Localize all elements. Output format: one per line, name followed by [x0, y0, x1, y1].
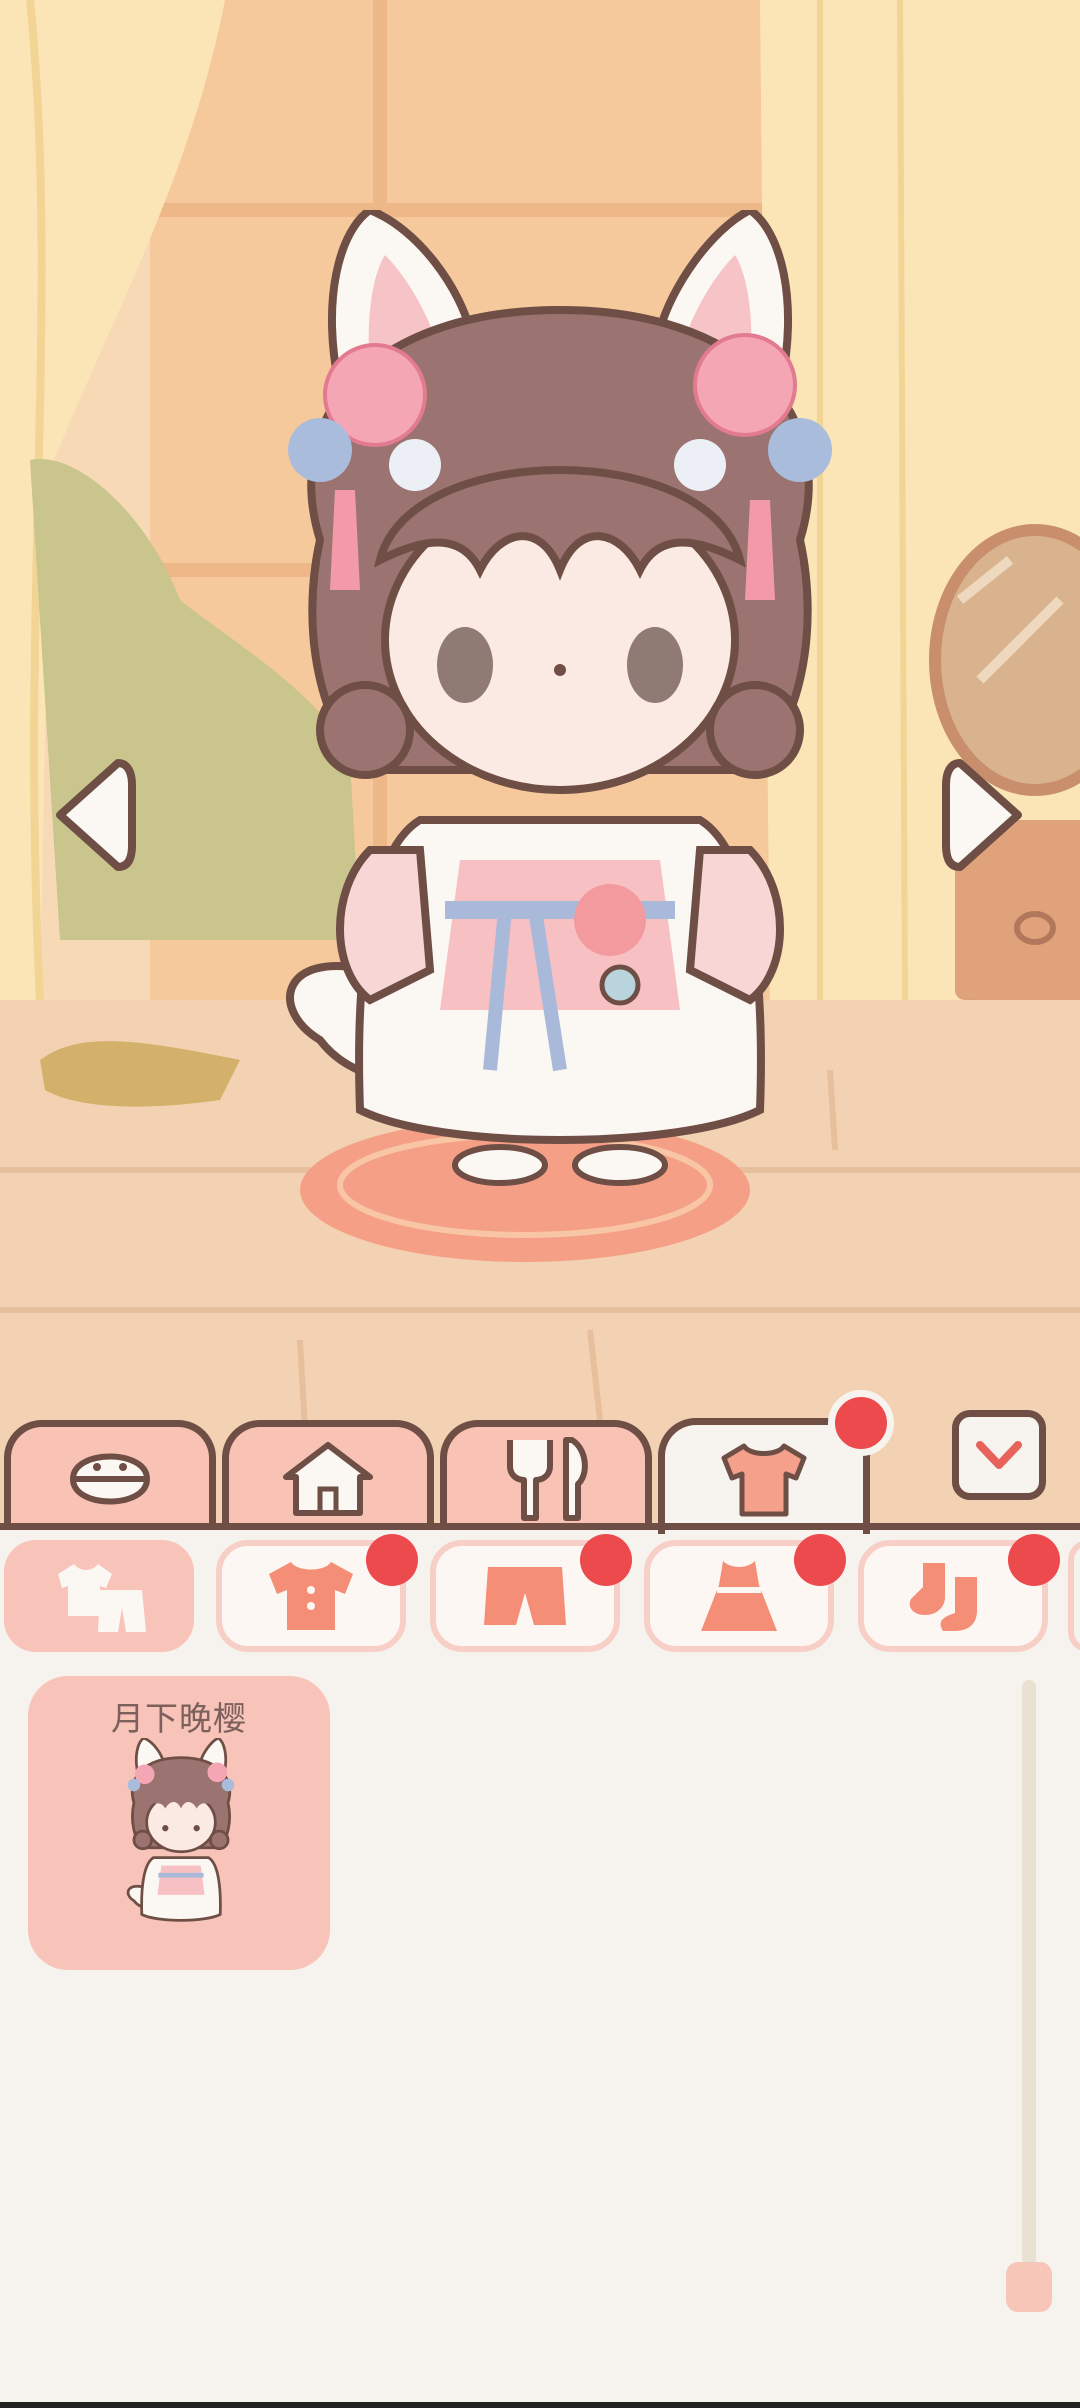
chevron-down-icon	[976, 1441, 1022, 1469]
triangle-left-icon	[56, 759, 136, 871]
character	[286, 210, 832, 1186]
outfit-item-card[interactable]: 月下晚樱	[28, 1676, 330, 1970]
clothing-tab-badge	[828, 1390, 894, 1456]
collapse-panel-button[interactable]	[952, 1410, 1046, 1500]
pants-icon	[484, 1567, 566, 1625]
previous-arrow-button[interactable]	[48, 755, 138, 875]
scrollbar-track	[1022, 1680, 1036, 2266]
house-icon	[283, 1441, 373, 1516]
tab-food[interactable]	[440, 1420, 652, 1530]
tab-home[interactable]	[222, 1420, 434, 1530]
shirt-icon	[721, 1443, 807, 1516]
dress-icon	[701, 1561, 777, 1631]
screen-bottom-edge	[0, 2402, 1080, 2408]
tab-face[interactable]	[4, 1420, 216, 1530]
triangle-right-icon	[942, 759, 1022, 871]
top-icon	[269, 1562, 353, 1630]
socks-icon	[909, 1563, 977, 1631]
fork-knife-icon	[507, 1436, 588, 1521]
subtab-outfit-set[interactable]	[4, 1540, 194, 1652]
socks-badge	[1008, 1534, 1060, 1586]
tab-baseline	[0, 1523, 1080, 1530]
next-arrow-button[interactable]	[940, 755, 1030, 875]
outfit-thumbnail	[126, 1738, 235, 1922]
subtab-overflow	[1068, 1540, 1080, 1652]
outfit-name: 月下晚樱	[111, 1699, 247, 1738]
dress-badge	[794, 1534, 846, 1586]
scrollbar-thumb[interactable]	[1006, 2262, 1052, 2312]
outfit-set-icon	[58, 1564, 146, 1632]
top-badge	[366, 1534, 418, 1586]
room-scene	[0, 0, 1080, 1530]
face-icon	[69, 1453, 151, 1504]
pants-badge	[580, 1534, 632, 1586]
